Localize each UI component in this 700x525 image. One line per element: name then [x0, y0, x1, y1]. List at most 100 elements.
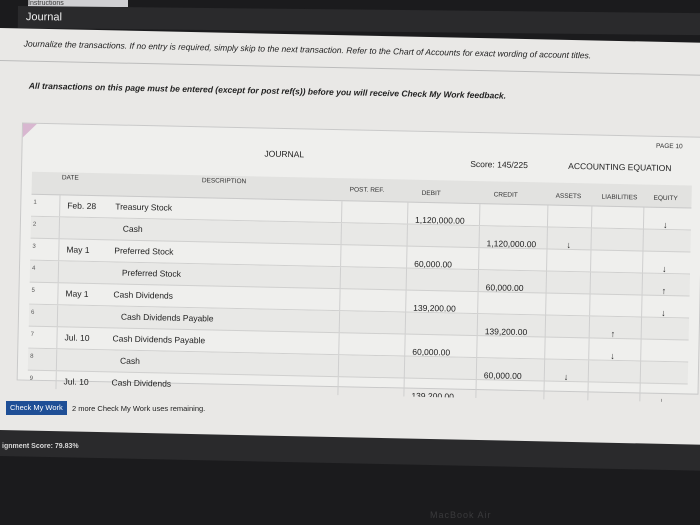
description-cell[interactable]: Preferred Stock [122, 268, 181, 279]
column-divider [340, 223, 342, 245]
column-divider [56, 305, 59, 327]
column-divider [590, 228, 592, 250]
column-divider [56, 327, 58, 349]
column-divider [642, 251, 644, 273]
date-cell[interactable]: May 1 [66, 244, 89, 254]
row-number: 7 [30, 331, 34, 338]
date-cell[interactable]: Feb. 28 [67, 200, 96, 211]
column-divider [640, 339, 642, 361]
column-divider [546, 205, 549, 227]
column-divider [406, 246, 408, 268]
assets-arrow-icon[interactable]: ↓ [564, 372, 569, 382]
column-divider [545, 271, 548, 293]
journal-title: JOURNAL [264, 148, 305, 160]
column-divider [544, 315, 547, 337]
row-number: 3 [32, 243, 36, 250]
equity-arrow-icon[interactable]: ↓ [662, 264, 667, 274]
column-divider [340, 245, 342, 267]
column-divider [478, 248, 480, 270]
column-divider [588, 338, 590, 360]
column-divider [587, 360, 590, 382]
column-divider [543, 359, 546, 381]
row-number: 6 [30, 309, 35, 316]
row-number: 9 [29, 375, 34, 382]
row-number: 1 [33, 199, 37, 206]
column-divider [546, 227, 548, 249]
check-my-work-remaining: 2 more Check My Work uses remaining. [72, 404, 206, 413]
column-divider [589, 272, 592, 294]
column-divider [341, 201, 343, 223]
description-cell[interactable]: Cash Dividends Payable [112, 333, 205, 345]
column-divider [57, 261, 60, 283]
column-divider [590, 250, 592, 272]
column-divider [642, 207, 645, 229]
header-debit: DEBIT [421, 189, 441, 198]
column-divider [337, 355, 340, 377]
column-divider [58, 239, 60, 261]
device-label: MacBook Air [430, 510, 492, 520]
column-divider [641, 295, 643, 317]
column-divider [640, 317, 643, 339]
description-cell[interactable]: Cash Dividends [113, 289, 173, 300]
equity-arrow-icon[interactable]: ↓ [663, 220, 668, 230]
equity-arrow-icon[interactable]: ↑ [662, 286, 667, 296]
column-divider [59, 195, 61, 217]
column-divider [55, 349, 58, 371]
row-number: 4 [31, 265, 36, 272]
column-divider [338, 333, 340, 355]
column-divider [590, 206, 593, 228]
equity-arrow-icon[interactable]: ↓ [661, 308, 666, 318]
row-number: 2 [32, 221, 37, 228]
column-divider [477, 292, 479, 314]
column-divider [339, 289, 341, 311]
column-divider [641, 273, 643, 295]
page-number: PAGE 10 [655, 142, 683, 151]
description-cell[interactable]: Cash Dividends [111, 377, 171, 388]
column-divider [339, 267, 342, 289]
check-my-work-button[interactable]: Check My Work [6, 401, 67, 415]
column-divider [406, 202, 409, 224]
column-divider [406, 224, 408, 246]
column-divider [478, 226, 480, 248]
score-label: Score: 145/225 [470, 158, 529, 171]
corner-marker-icon [22, 123, 38, 138]
liabilities-arrow-icon[interactable]: ↑ [611, 329, 616, 339]
column-divider [404, 312, 407, 334]
column-divider [405, 268, 408, 290]
header-post-ref: POST. REF. [349, 186, 385, 195]
column-divider [639, 361, 642, 383]
header-assets: ASSETS [555, 192, 582, 201]
column-divider [405, 290, 407, 312]
feedback-note: All transactions on this page must be en… [28, 80, 507, 101]
header-credit: CREDIT [493, 191, 518, 199]
column-divider [478, 204, 481, 226]
liabilities-arrow-icon[interactable]: ↓ [610, 351, 615, 361]
description-cell[interactable]: Cash Dividends Payable [121, 312, 214, 324]
column-divider [57, 283, 59, 305]
column-divider [475, 358, 478, 380]
journal-table-frame: PAGE 10 JOURNAL Score: 145/225 ACCOUNTIN… [16, 122, 700, 429]
date-cell[interactable]: Jul. 10 [64, 376, 89, 387]
header-description: DESCRIPTION [201, 177, 247, 186]
instructions-text: Journalize the transactions. If no entry… [23, 38, 592, 61]
description-cell[interactable]: Treasury Stock [115, 201, 172, 212]
column-divider [545, 293, 547, 315]
column-divider [589, 294, 591, 316]
column-divider [404, 334, 406, 356]
date-cell[interactable]: May 1 [65, 288, 88, 298]
alignment-score: ignment Score: 79.83% [2, 443, 79, 450]
header-liabilities: LIABILITIES [601, 193, 638, 202]
description-cell[interactable]: Preferred Stock [114, 245, 173, 256]
description-cell[interactable]: Cash [123, 224, 143, 234]
column-divider [476, 336, 478, 358]
column-divider [58, 217, 61, 239]
column-divider [588, 316, 591, 338]
description-cell[interactable]: Cash [120, 356, 140, 366]
column-divider [477, 270, 480, 292]
column-divider [476, 314, 479, 336]
divider [0, 59, 700, 77]
column-divider [544, 337, 546, 359]
assets-arrow-icon[interactable]: ↓ [566, 240, 571, 250]
date-cell[interactable]: Jul. 10 [64, 332, 89, 343]
row-number: 8 [30, 353, 34, 360]
